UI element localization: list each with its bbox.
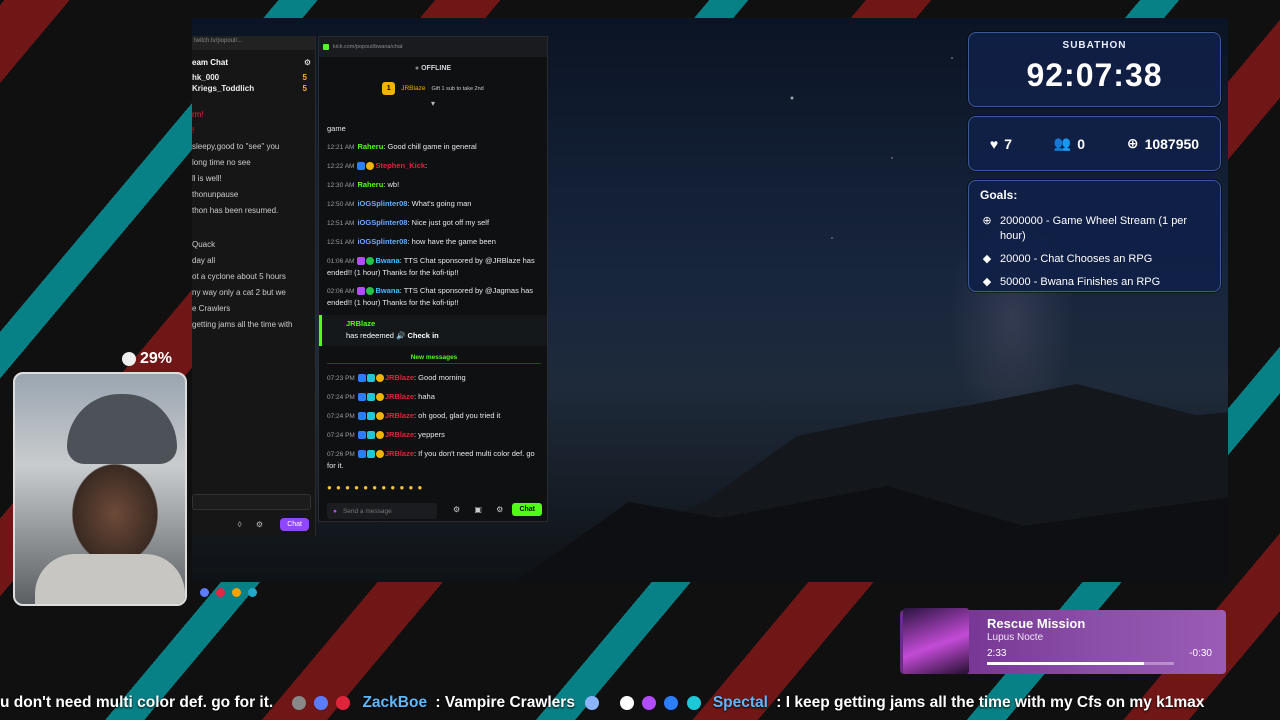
chat-line: thonunpause <box>192 190 239 199</box>
chat-line: ll is well! <box>192 174 222 183</box>
badge-icon <box>664 696 679 710</box>
avatar-icon <box>122 352 136 366</box>
ticker-message: u don't need multi color def. go for it. <box>0 694 274 711</box>
stats-widget: ♥ 7 👥 0 ⊕ 1087950 <box>968 116 1221 171</box>
kick-chat-button[interactable]: Chat <box>512 503 542 516</box>
settings-icon[interactable]: ⚙ <box>304 58 311 67</box>
song-progress-bar <box>987 662 1174 665</box>
chat-line: thon has been resumed. <box>192 206 279 215</box>
kick-chat-window: kick.com/popout/bwana/chat ● OFFLINE 1 J… <box>318 36 548 522</box>
heart-icon <box>336 696 351 710</box>
goal-item: ◆ 50000 - Bwana Finishes an RPG <box>980 275 1209 290</box>
elapsed-time: 2:33 <box>987 648 1007 659</box>
battery-percent: 29% <box>122 350 172 368</box>
chat-message: 02:06 AM Bwana: TTS Chat sponsored by @Ja… <box>327 286 534 307</box>
goal-item: ◆ 20000 - Chat Chooses an RPG <box>980 252 1209 267</box>
goals-widget: Goals: ⊕ 2000000 - Game Wheel Stream (1 p… <box>968 180 1221 292</box>
status-icons <box>200 588 257 597</box>
chat-line: ny way only a cat 2 but we <box>192 288 286 297</box>
chat-message: game <box>327 124 346 133</box>
twitch-chat-button[interactable]: Chat <box>280 518 309 531</box>
now-playing-widget: Rescue Mission Lupus Nocte 2:33 -0:30 <box>900 608 1226 674</box>
chat-line: rm! <box>192 110 204 119</box>
chat-line: ot a cyclone about 5 hours <box>192 272 286 281</box>
subathon-timer: 92:07:38 <box>1026 57 1163 93</box>
chat-message: 12:51 AM iOGSplinter08: Nice just got off… <box>327 218 490 227</box>
twitch-chat-window: twitch.tv/popout/... eam Chat ⚙ hk_000 5 … <box>192 36 316 536</box>
remaining-time: -0:30 <box>1189 648 1212 659</box>
chat-line: sleepy,good to "see" you <box>192 142 280 151</box>
goal-item: ⊕ 2000000 - Game Wheel Stream (1 per hour… <box>980 214 1209 244</box>
chat-message: 12:51 AM iOGSplinter08: how have the game… <box>327 237 496 246</box>
chat-message: 01:06 AM Bwana: TTS Chat sponsored by @JR… <box>327 256 535 277</box>
followers-stat: 👥 0 <box>1053 135 1086 152</box>
twitch-url-bar[interactable]: twitch.tv/popout/... <box>192 36 315 50</box>
kick-input-icons[interactable]: ⚙ ▣ ⚙ <box>453 505 509 514</box>
ticker-message: : I keep getting jams all the time with … <box>776 694 1205 711</box>
pinned-gift-banner[interactable]: 1 JRBlaze Gift 1 sub to take 2nd <box>319 82 547 95</box>
stream-status: ● OFFLINE <box>414 65 452 72</box>
chat-line: getting jams all the time with <box>192 320 293 329</box>
top-viewer-row: hk_000 5 <box>192 73 307 82</box>
kick-message-list: game 12:21 AM Raheru: Good chill game in … <box>319 123 547 478</box>
kick-favicon-icon <box>323 44 329 50</box>
shirt <box>35 554 185 604</box>
subathon-label: SUBATHON <box>1062 40 1127 51</box>
chat-ticker: u don't need multi color def. go for it.… <box>0 694 1280 718</box>
browser-url-bar[interactable]: kick.com/popout/bwana/chat <box>319 37 547 57</box>
chat-message: 07:23 PM JRBlaze: Good morning <box>327 373 466 383</box>
badge-icon <box>686 696 701 710</box>
album-art <box>903 608 969 674</box>
emote-icon <box>291 696 306 710</box>
badge-icon <box>313 696 328 710</box>
points-stat: ⊕ 1087950 <box>1126 135 1200 152</box>
kick-message-input[interactable]: ● Send a message <box>327 503 437 519</box>
twitch-chat-title: eam Chat ⚙ <box>192 58 311 67</box>
plus-circle-icon: ⊕ <box>982 215 992 227</box>
diamond-icon: ◆ <box>982 253 992 265</box>
reward-redemption: JRBlaze has redeemed 🔊 Check in <box>319 315 547 346</box>
badge-icon <box>619 696 634 710</box>
chat-message: 12:21 AM Raheru: Good chill game in gener… <box>327 142 477 151</box>
webcam-feed <box>13 372 187 606</box>
goals-heading: Goals: <box>980 188 1018 202</box>
ticker-user: Spectal <box>712 694 768 711</box>
chat-message: 07:24 PM JRBlaze: haha <box>327 392 435 402</box>
likes-stat: ♥ 7 <box>989 135 1012 152</box>
emote-icon <box>585 696 600 710</box>
collapse-chevron-icon[interactable]: ▾ <box>319 99 547 108</box>
ticker-message: : Vampire Crawlers <box>435 694 575 711</box>
chat-message: 07:24 PM JRBlaze: yeppers <box>327 430 445 440</box>
plus-circle-icon: ⊕ <box>1126 135 1139 151</box>
chat-message: 12:30 AM Raheru: wb! <box>327 180 400 189</box>
chat-message: 12:22 AM Stephen_Kick: <box>327 161 428 171</box>
new-messages-divider: New messages <box>327 354 541 364</box>
chat-message: 12:50 AM iOGSplinter08: What's going man <box>327 199 472 208</box>
song-title: Rescue Mission <box>987 616 1086 631</box>
chat-message: 07:26 PM JRBlaze: If you don't need multi… <box>327 449 535 470</box>
chat-line: Quack <box>192 240 216 249</box>
chat-line: day all <box>192 256 216 265</box>
twitch-chat-input[interactable] <box>192 494 311 510</box>
mic-icon[interactable]: ● <box>333 508 337 515</box>
song-progress-fill <box>987 662 1145 665</box>
badge-icon <box>641 696 656 710</box>
users-icon: 👥 <box>1053 135 1072 151</box>
subathon-timer-widget: SUBATHON 92:07:38 <box>968 32 1221 107</box>
song-artist: Lupus Nocte <box>987 632 1044 643</box>
chat-line: e Crawlers <box>192 304 231 313</box>
emote-bar[interactable]: ● ● ● ● ● ● ● ● ● ● ● <box>327 483 423 492</box>
coin-icon: 1 <box>382 82 396 95</box>
cap <box>67 394 177 464</box>
heart-icon: ♥ <box>989 135 999 152</box>
chat-line: long time no see <box>192 158 251 167</box>
chat-tool-icons[interactable]: ◊ ⚙ <box>238 520 269 529</box>
ticker-user: ZackBoe <box>362 694 428 711</box>
diamond-icon: ◆ <box>982 276 992 288</box>
chat-message: 07:24 PM JRBlaze: oh good, glad you tried… <box>327 411 501 421</box>
chat-line: ! <box>192 126 195 135</box>
top-viewer-row: Kriegs_Toddlich 5 <box>192 84 307 93</box>
